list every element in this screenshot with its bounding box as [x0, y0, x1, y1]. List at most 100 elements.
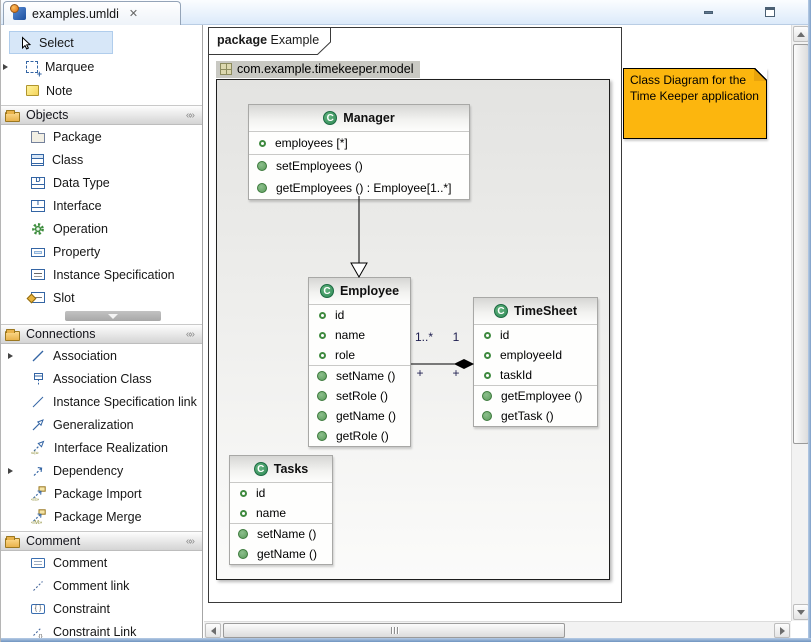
tool-note[interactable]: Note — [9, 79, 196, 102]
palette-item-interface[interactable]: IInterface — [1, 194, 202, 217]
class-header[interactable]: Employee — [309, 278, 410, 304]
flyout-arrow-icon[interactable] — [3, 64, 8, 70]
comment-note[interactable]: Class Diagram for the Time Keeper applic… — [623, 68, 767, 139]
palette-item-dependency[interactable]: Dependency — [1, 459, 202, 482]
palette-item-association-class[interactable]: Association Class — [1, 367, 202, 390]
scroll-up-button[interactable] — [793, 26, 809, 42]
operations-compartment[interactable]: getEmployee () getTask () — [474, 385, 597, 426]
palette-item-constraint[interactable]: Constraint — [1, 597, 202, 620]
palette-item-package-import[interactable]: «I» Package Import — [1, 482, 202, 505]
property-icon — [31, 248, 45, 257]
palette-item-instance-specification[interactable]: Instance Specification — [1, 263, 202, 286]
attribute-visibility-icon — [319, 332, 326, 339]
operation-row[interactable]: getName () — [309, 406, 410, 426]
collapse-icon[interactable]: «» — [186, 110, 196, 121]
vertical-scrollbar-thumb[interactable] — [793, 44, 809, 444]
class-header[interactable]: Tasks — [230, 456, 332, 482]
palette-item-property[interactable]: Property — [1, 240, 202, 263]
editor-tab[interactable]: examples.umldi ✕ — [3, 1, 181, 25]
association-source-multiplicity[interactable]: 1..* — [407, 330, 441, 344]
collapse-icon[interactable]: «» — [186, 329, 196, 340]
attribute-row[interactable]: employees [*] — [249, 132, 469, 154]
attribute-row[interactable]: id — [309, 305, 410, 325]
vertical-scrollbar[interactable] — [791, 25, 809, 621]
scrollbar-grip-icon — [394, 627, 395, 634]
palette-item-comment-link[interactable]: Comment link — [1, 574, 202, 597]
attribute-row[interactable]: employeeId — [474, 345, 597, 365]
class-header[interactable]: Manager — [249, 105, 469, 131]
palette-item-package-merge[interactable]: «M» Package Merge — [1, 505, 202, 528]
flyout-arrow-icon[interactable] — [8, 353, 13, 359]
horizontal-scrollbar-thumb[interactable] — [223, 623, 565, 638]
package-name-label[interactable]: com.example.timekeeper.model — [216, 61, 420, 78]
association-source-visibility[interactable]: + — [410, 366, 430, 380]
attribute-row[interactable]: id — [230, 483, 332, 503]
class-employee[interactable]: Employee id name role setName () setRole… — [308, 277, 411, 447]
minimize-view-button[interactable] — [700, 5, 716, 19]
attributes-compartment[interactable]: employees [*] — [249, 131, 469, 154]
class-tasks[interactable]: Tasks id name setName () getName () — [229, 455, 333, 565]
close-icon[interactable]: ✕ — [129, 7, 138, 20]
attribute-row[interactable]: id — [474, 325, 597, 345]
class-manager[interactable]: Manager employees [*] setEmployees () ge… — [248, 104, 470, 200]
operation-row[interactable]: getEmployees () : Employee[1..*] — [249, 177, 469, 199]
palette-item-interface-realization[interactable]: «I» Interface Realization — [1, 436, 202, 459]
palette-item-slot[interactable]: Slot — [1, 286, 202, 309]
palette-item-association[interactable]: Association — [1, 344, 202, 367]
operations-compartment[interactable]: setEmployees () getEmployees () : Employ… — [249, 154, 469, 199]
class-name: Manager — [343, 111, 394, 125]
class-badge-icon — [494, 304, 508, 318]
palette-item-instance-specification-link[interactable]: Instance Specification link — [1, 390, 202, 413]
section-header-comment[interactable]: Comment «» — [1, 531, 202, 551]
palette-item-operation[interactable]: Operation — [1, 217, 202, 240]
attributes-compartment[interactable]: id name — [230, 482, 332, 523]
generalization-arrow-icon — [31, 418, 45, 432]
operation-row[interactable]: getEmployee () — [474, 386, 597, 406]
folder-icon — [5, 331, 20, 341]
palette-item-comment[interactable]: Comment — [1, 551, 202, 574]
tool-marquee[interactable]: Marquee — [9, 55, 196, 78]
operation-row[interactable]: setName () — [309, 366, 410, 386]
attribute-visibility-icon — [240, 490, 247, 497]
class-header[interactable]: TimeSheet — [474, 298, 597, 324]
attribute-row[interactable]: taskId — [474, 365, 597, 385]
association-target-multiplicity[interactable]: 1 — [444, 330, 468, 344]
attribute-row[interactable]: name — [309, 325, 410, 345]
association-target-visibility[interactable]: + — [446, 366, 466, 380]
operation-visibility-icon — [317, 431, 327, 441]
palette-item-generalization[interactable]: Generalization — [1, 413, 202, 436]
frame-label-text: package Example — [217, 33, 319, 47]
attributes-compartment[interactable]: id name role — [309, 304, 410, 365]
scroll-right-button[interactable] — [774, 623, 790, 638]
attribute-row[interactable]: name — [230, 503, 332, 523]
palette-item-class[interactable]: Class — [1, 148, 202, 171]
scroll-down-button[interactable] — [793, 604, 809, 620]
attribute-row[interactable]: role — [309, 345, 410, 365]
scroll-left-button[interactable] — [205, 623, 221, 638]
operation-row[interactable]: setName () — [230, 524, 332, 544]
operations-compartment[interactable]: setName () getName () — [230, 523, 332, 564]
palette-item-package[interactable]: Package — [1, 125, 202, 148]
arrow-left-icon — [211, 627, 216, 635]
collapse-icon[interactable]: «» — [186, 536, 196, 547]
palette-scroll-down[interactable] — [65, 311, 161, 321]
operation-row[interactable]: getName () — [230, 544, 332, 564]
flyout-arrow-icon[interactable] — [8, 468, 13, 474]
operation-visibility-icon — [317, 371, 327, 381]
maximize-view-button[interactable] — [762, 5, 778, 19]
class-icon — [31, 154, 44, 166]
tool-select[interactable]: Select — [9, 31, 113, 54]
operation-row[interactable]: getRole () — [309, 426, 410, 446]
data-type-icon: D — [31, 177, 45, 189]
section-header-connections[interactable]: Connections «» — [1, 324, 202, 344]
operations-compartment[interactable]: setName () setRole () getName () getRole… — [309, 365, 410, 446]
operation-row[interactable]: getTask () — [474, 406, 597, 426]
attributes-compartment[interactable]: id employeeId taskId — [474, 324, 597, 385]
horizontal-scrollbar[interactable] — [204, 621, 791, 638]
palette-item-data-type[interactable]: DData Type — [1, 171, 202, 194]
class-timesheet[interactable]: TimeSheet id employeeId taskId getEmploy… — [473, 297, 598, 427]
operation-row[interactable]: setEmployees () — [249, 155, 469, 177]
diagram-canvas[interactable]: package Example com.example.timekeeper.m… — [204, 25, 791, 621]
section-header-objects[interactable]: Objects «» — [1, 105, 202, 125]
operation-row[interactable]: setRole () — [309, 386, 410, 406]
